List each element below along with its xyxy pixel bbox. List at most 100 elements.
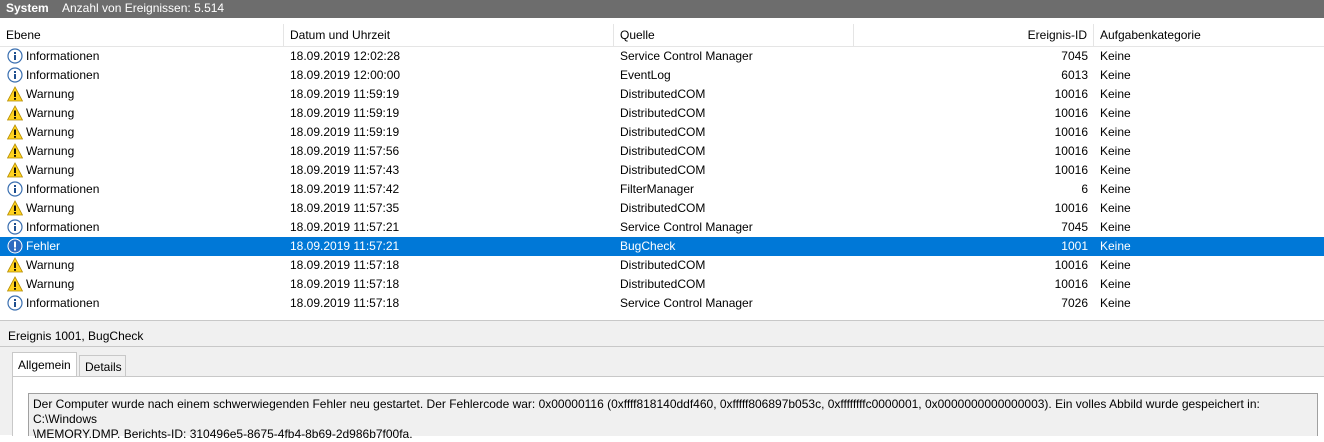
event-level-label: Warnung [26,277,75,291]
event-date: 18.09.2019 11:57:18 [290,258,400,272]
event-row[interactable]: Warnung 18.09.2019 11:57:56 DistributedCOM… [0,142,1324,161]
event-source: DistributedCOM [620,163,706,177]
warning-icon [7,161,24,178]
log-titlebar: System Anzahl von Ereignissen: 5.514 [0,0,1324,18]
event-date: 18.09.2019 11:57:56 [290,144,400,158]
tab-allgemein[interactable]: Allgemein [12,352,77,377]
column-header: Ebene Datum und Uhrzeit Quelle Ereignis-… [0,24,1324,47]
event-row[interactable]: Warnung 18.09.2019 11:59:19 DistributedCOM… [0,123,1324,142]
event-level: Warnung [7,123,277,142]
event-task: Keine [1100,68,1131,82]
event-task: Keine [1100,182,1131,196]
event-task: Keine [1100,239,1131,253]
event-source: DistributedCOM [620,258,706,272]
warning-icon [7,275,24,292]
event-level: Informationen [7,180,277,199]
event-task: Keine [1100,106,1131,120]
event-level-label: Fehler [26,239,61,253]
detail-pane: Allgemein Details Der Computer wurde nac… [0,347,1324,441]
event-level: Warnung [7,161,277,180]
column-header-date[interactable]: Datum und Uhrzeit [284,24,614,46]
event-source: Service Control Manager [620,49,753,63]
event-date: 18.09.2019 11:57:43 [290,163,400,177]
event-level: Informationen [7,66,277,85]
event-source: DistributedCOM [620,87,706,101]
event-row[interactable]: Warnung 18.09.2019 11:59:19 DistributedCOM… [0,85,1324,104]
event-row[interactable]: Warnung 18.09.2019 11:57:43 DistributedCOM… [0,161,1324,180]
info-icon [7,295,23,311]
event-level: Informationen [7,218,277,237]
event-source: FilterManager [620,182,695,196]
event-id: 7045 [1061,220,1088,234]
tab-details[interactable]: Details [79,355,126,377]
event-row[interactable]: Warnung 18.09.2019 11:57:18 DistributedCOM… [0,275,1324,294]
event-level: Warnung [7,142,277,161]
event-row[interactable]: Warnung 18.09.2019 11:57:18 DistributedCOM… [0,256,1324,275]
warning-icon [7,85,24,102]
event-source: DistributedCOM [620,277,706,291]
event-rows: Informationen 18.09.2019 12:02:28 Service … [0,47,1324,313]
event-id: 10016 [1054,125,1088,139]
info-icon [7,67,23,83]
event-date: 18.09.2019 11:59:19 [290,125,400,139]
event-source: BugCheck [620,239,676,253]
event-id: 10016 [1054,258,1088,272]
event-source: DistributedCOM [620,125,706,139]
event-source: DistributedCOM [620,201,706,215]
event-task: Keine [1100,258,1131,272]
event-level-label: Warnung [26,87,75,101]
event-task: Keine [1100,87,1131,101]
event-row[interactable]: Informationen 18.09.2019 12:02:28 Service … [0,47,1324,66]
event-task: Keine [1100,201,1131,215]
event-row[interactable]: Fehler 18.09.2019 11:57:21 BugCheck 1001 Kei… [0,237,1324,256]
event-level: Warnung [7,256,277,275]
event-source: Service Control Manager [620,220,753,234]
event-row[interactable]: Warnung 18.09.2019 11:59:19 DistributedCOM… [0,104,1324,123]
event-message[interactable]: Der Computer wurde nach einem schwerwieg… [28,393,1318,441]
event-date: 18.09.2019 12:00:00 [290,68,401,82]
event-id: 6 [1081,182,1088,196]
event-id: 10016 [1054,87,1088,101]
event-level: Fehler [7,237,277,256]
event-task: Keine [1100,220,1131,234]
event-row[interactable]: Informationen 18.09.2019 12:00:00 EventLog… [0,66,1324,85]
event-level: Warnung [7,104,277,123]
event-source: DistributedCOM [620,106,706,120]
event-date: 18.09.2019 11:59:19 [290,106,400,120]
event-id: 7026 [1061,296,1088,310]
event-level-label: Informationen [26,182,100,196]
event-date: 18.09.2019 11:59:19 [290,87,400,101]
event-date: 18.09.2019 11:57:21 [290,239,400,253]
event-id: 7045 [1061,49,1088,63]
event-level-label: Warnung [26,163,75,177]
event-count: Anzahl von Ereignissen: 5.514 [62,1,225,15]
event-level-label: Warnung [26,144,75,158]
event-level: Warnung [7,275,277,294]
warning-icon [7,123,24,140]
event-list[interactable]: Ebene Datum und Uhrzeit Quelle Ereignis-… [0,18,1324,321]
event-date: 18.09.2019 11:57:18 [290,296,400,310]
column-header-level[interactable]: Ebene [0,24,284,46]
event-row[interactable]: Informationen 18.09.2019 11:57:42 FilterMa… [0,180,1324,199]
warning-icon [7,199,24,216]
error-icon [7,238,23,254]
column-header-id[interactable]: Ereignis-ID [854,24,1094,46]
info-icon [7,219,23,235]
column-header-source[interactable]: Quelle [614,24,854,46]
event-date: 18.09.2019 11:57:21 [290,220,400,234]
event-task: Keine [1100,296,1131,310]
event-id: 6013 [1061,68,1088,82]
detail-title: Ereignis 1001, BugCheck [0,325,1324,347]
event-level-label: Warnung [26,106,75,120]
event-id: 10016 [1054,144,1088,158]
column-header-task[interactable]: Aufgabenkategorie [1094,24,1324,46]
event-row[interactable]: Informationen 18.09.2019 11:57:21 Service … [0,218,1324,237]
event-task: Keine [1100,277,1131,291]
warning-icon [7,104,24,121]
event-row[interactable]: Warnung 18.09.2019 11:57:35 DistributedCOM… [0,199,1324,218]
event-task: Keine [1100,125,1131,139]
event-row[interactable]: Informationen 18.09.2019 11:57:18 Service … [0,294,1324,313]
event-id: 10016 [1054,163,1088,177]
event-id: 1001 [1061,239,1088,253]
event-level-label: Warnung [26,125,75,139]
